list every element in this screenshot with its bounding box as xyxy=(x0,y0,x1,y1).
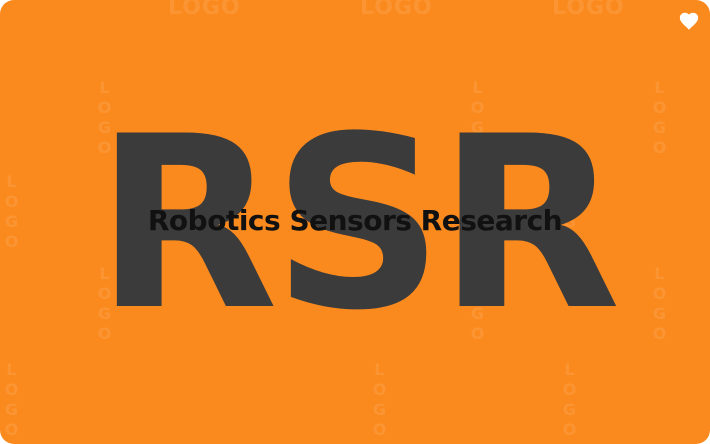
logo-company-name: Robotics Sensors Research xyxy=(147,204,563,237)
heart-icon xyxy=(679,12,699,30)
watermark-text: LOGO xyxy=(168,0,241,20)
watermark-text: LOGO xyxy=(360,0,433,20)
watermark-text: LOGO xyxy=(2,360,21,440)
watermark-text: LOGO xyxy=(370,360,389,440)
watermark-text: LOGO xyxy=(552,0,625,20)
logo-card: LOGO LOGO LOGO LOGO LOGO LOGO LOGO LOGO … xyxy=(0,0,710,444)
favorite-button[interactable] xyxy=(678,10,700,32)
watermark-text: LOGO xyxy=(560,360,579,440)
